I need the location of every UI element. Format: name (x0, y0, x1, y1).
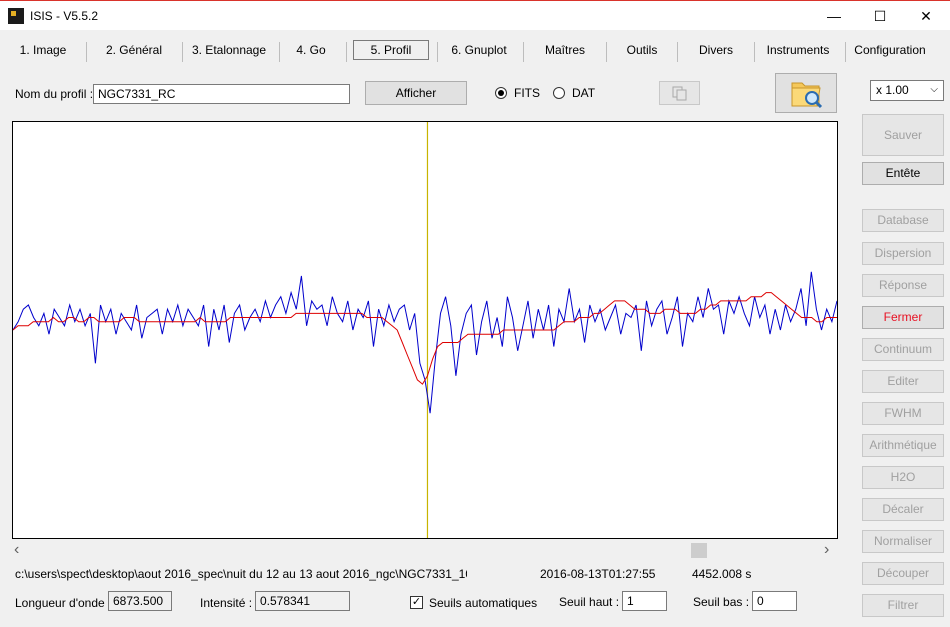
tab-maitres[interactable]: Maîtres (534, 36, 596, 64)
file-path: c:\users\spect\desktop\aout 2016_spec\nu… (15, 567, 467, 581)
tab-separator (279, 42, 280, 62)
profile-name-label: Nom du profil : (15, 87, 94, 101)
zoom-select[interactable]: x 1.00 ⌵ (870, 80, 944, 101)
wavelength-value: 6873.500 (108, 591, 172, 611)
high-threshold-input[interactable]: 1 (622, 591, 667, 611)
copy-icon (672, 86, 687, 101)
close-profile-button[interactable]: Fermer (862, 306, 944, 329)
tab-separator (182, 42, 183, 62)
tab-image[interactable]: 1. Image (12, 36, 74, 64)
response-button[interactable]: Réponse (862, 274, 944, 297)
shift-button[interactable]: Décaler (862, 498, 944, 521)
continuum-button[interactable]: Continuum (862, 338, 944, 361)
window-title: ISIS - V5.5.2 (30, 9, 99, 23)
tab-profil[interactable]: 5. Profil (353, 40, 429, 60)
high-threshold-label: Seuil haut : (559, 595, 620, 609)
tab-configuration[interactable]: Configuration (852, 36, 928, 64)
spectrum-chart (13, 122, 837, 538)
arithmetic-button[interactable]: Arithmétique (862, 434, 944, 457)
tab-separator (86, 42, 87, 62)
chevron-down-icon: ⌵ (930, 84, 938, 95)
open-folder-button[interactable] (775, 73, 837, 113)
low-threshold-input[interactable]: 0 (752, 591, 797, 611)
tab-separator (754, 42, 755, 62)
copy-button[interactable] (659, 81, 700, 105)
horizontal-scrollbar[interactable]: ‹ › (12, 541, 838, 559)
close-button[interactable]: ✕ (903, 1, 949, 31)
profile-name-input[interactable]: NGC7331_RC (93, 84, 350, 104)
show-button[interactable]: Afficher (365, 81, 467, 105)
app-icon (8, 8, 24, 24)
tab-divers[interactable]: Divers (686, 36, 746, 64)
spectrum-plot[interactable] (12, 121, 838, 539)
wavelength-label: Longueur d'onde : (15, 596, 112, 610)
tab-separator (346, 42, 347, 62)
tab-separator (437, 42, 438, 62)
scroll-thumb[interactable] (690, 543, 707, 558)
normalize-button[interactable]: Normaliser (862, 530, 944, 553)
crop-button[interactable]: Découper (862, 562, 944, 585)
edit-button[interactable]: Editer (862, 370, 944, 393)
tab-separator (523, 42, 524, 62)
scroll-right-icon[interactable]: › (824, 541, 829, 559)
series-line-observed (13, 271, 837, 414)
zoom-value: x 1.00 (876, 83, 909, 97)
low-threshold-label: Seuil bas : (693, 595, 750, 609)
tab-outils[interactable]: Outils (614, 36, 670, 64)
tab-go[interactable]: 4. Go (288, 36, 334, 64)
tab-separator (677, 42, 678, 62)
fwhm-button[interactable]: FWHM (862, 402, 944, 425)
tab-gnuplot[interactable]: 6. Gnuplot (446, 36, 512, 64)
fits-radio[interactable] (495, 87, 507, 99)
tab-separator (845, 42, 846, 62)
exposure-time: 4452.008 s (692, 567, 752, 581)
intensity-value: 0.578341 (255, 591, 350, 611)
auto-threshold-label: Seuils automatiques (429, 596, 538, 610)
filter-button[interactable]: Filtrer (862, 594, 944, 617)
observation-date: 2016-08-13T01:27:55 (540, 567, 656, 581)
database-button[interactable]: Database (862, 209, 944, 232)
scroll-left-icon[interactable]: ‹ (14, 541, 19, 559)
dispersion-button[interactable]: Dispersion (862, 242, 944, 265)
title-bar: ISIS - V5.5.2 — ☐ ✕ (0, 0, 950, 30)
tab-instruments[interactable]: Instruments (762, 36, 834, 64)
auto-threshold-checkbox[interactable]: ✓ (410, 596, 423, 609)
intensity-label: Intensité : (200, 596, 253, 610)
header-button[interactable]: Entête (862, 162, 944, 185)
minimize-button[interactable]: — (811, 1, 857, 31)
save-button[interactable]: Sauver (862, 114, 944, 156)
dat-radio[interactable] (553, 87, 565, 99)
fits-label: FITS (514, 86, 540, 100)
tab-general[interactable]: 2. Général (100, 36, 168, 64)
maximize-button[interactable]: ☐ (857, 1, 903, 31)
folder-search-icon (791, 82, 823, 109)
dat-label: DAT (572, 86, 596, 100)
h2o-button[interactable]: H2O (862, 466, 944, 489)
tab-separator (606, 42, 607, 62)
tab-etalonnage[interactable]: 3. Etalonnage (190, 36, 268, 64)
